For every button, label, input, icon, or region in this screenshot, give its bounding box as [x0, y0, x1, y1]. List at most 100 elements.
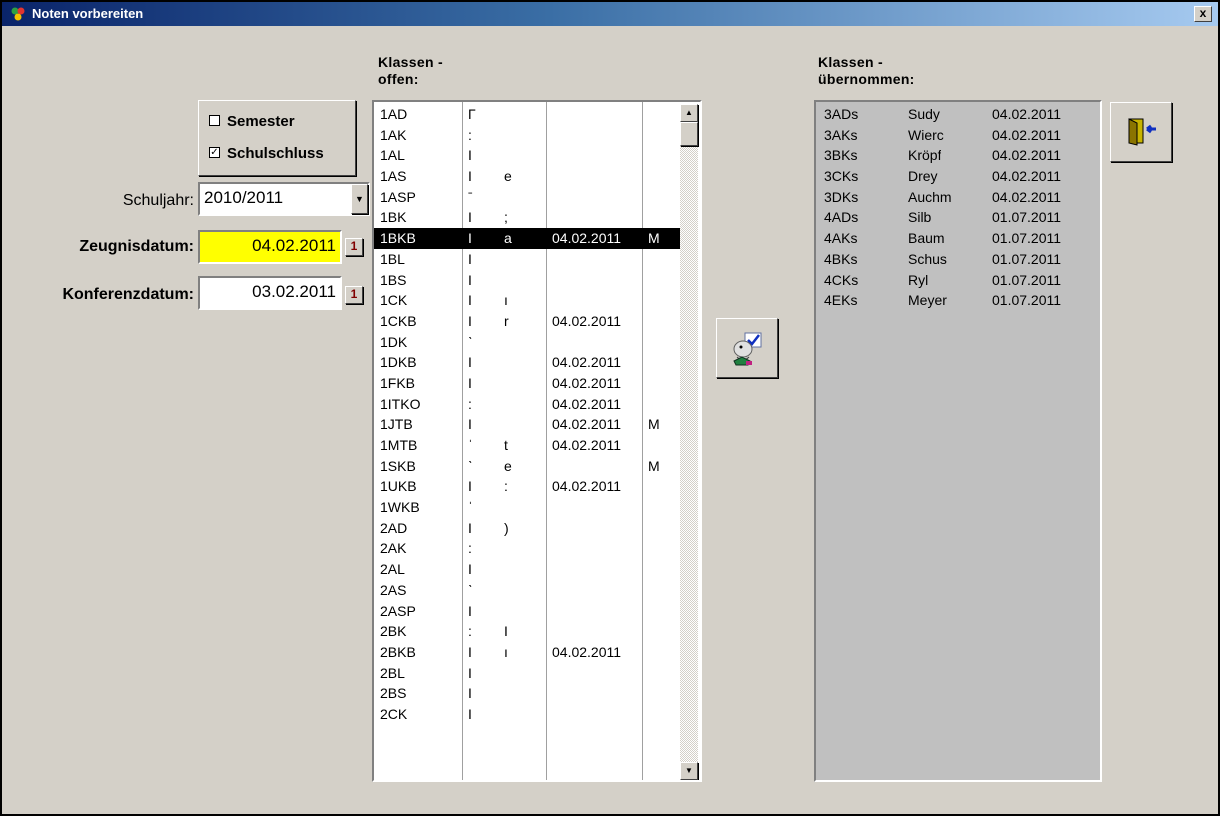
- open-class-cell: 04.02.2011: [552, 230, 622, 247]
- done-class-cell: 01.07.2011: [992, 230, 1062, 247]
- open-class-cell: ˈ: [468, 437, 473, 453]
- open-classes-list[interactable]: 1AD Γ 1AK:1AL I 1AS Ie 1ASP ˉ 1BK I; 1BKB Ia 04.02.2…: [372, 100, 702, 782]
- open-class-cell: 04.02.2011: [552, 437, 622, 453]
- app-icon: [11, 7, 25, 21]
- open-class-row[interactable]: 1DKB I 04.02.2011: [374, 352, 680, 373]
- open-class-row[interactable]: 1MTB ˈ t 04.02.2011: [374, 435, 680, 456]
- done-class-row[interactable]: 4CKs Ryl 01.07.2011: [816, 270, 1100, 291]
- open-class-row[interactable]: 2BK: I: [374, 621, 680, 642]
- semester-checkbox[interactable]: Semester: [209, 113, 295, 130]
- open-class-row[interactable]: 1ASP ˉ: [374, 187, 680, 208]
- open-class-row[interactable]: 2BS I: [374, 683, 680, 704]
- scroll-thumb[interactable]: [680, 122, 698, 146]
- open-class-row[interactable]: 1AS Ie: [374, 166, 680, 187]
- open-classes-scrollbar[interactable]: ▲ ▼: [680, 104, 698, 780]
- open-class-cell: 1JTB: [380, 416, 413, 433]
- open-class-row[interactable]: 2AS ˋ: [374, 580, 680, 601]
- done-class-row[interactable]: 4BKs Schus 01.07.2011: [816, 249, 1100, 270]
- konferenzdatum-label: Konferenzdatum:: [62, 286, 194, 303]
- done-class-row[interactable]: 4EKs Meyer 01.07.2011: [816, 290, 1100, 311]
- done-class-row[interactable]: 3CKs Drey 04.02.2011: [816, 166, 1100, 187]
- open-class-row[interactable]: 2BKB Iı 04.02.2011: [374, 642, 680, 663]
- zeugnis-calendar-icon[interactable]: 1: [345, 238, 363, 256]
- open-class-row[interactable]: 2AD I): [374, 518, 680, 539]
- done-class-cell: Wierc: [908, 126, 944, 143]
- open-class-row[interactable]: 1AL I: [374, 145, 680, 166]
- open-class-cell: ˋ: [468, 333, 473, 350]
- done-class-cell: 04.02.2011: [992, 106, 1062, 122]
- konferenzdatum-input[interactable]: 03.02.2011: [198, 276, 342, 310]
- open-class-row[interactable]: 1ITKO: 04.02.2011: [374, 394, 680, 415]
- open-class-row[interactable]: 1BK I;: [374, 207, 680, 228]
- open-class-row[interactable]: 2AK:: [374, 538, 680, 559]
- open-class-row[interactable]: 1AK:: [374, 125, 680, 146]
- schuljahr-select[interactable]: 2010/2011 ▼: [198, 182, 370, 216]
- open-class-cell: 1BS: [380, 271, 407, 288]
- done-class-row[interactable]: 3DKs Auchm 04.02.2011: [816, 187, 1100, 208]
- open-class-cell: ı: [504, 643, 508, 660]
- open-class-cell: 1WKB: [380, 499, 420, 516]
- scroll-down-icon[interactable]: ▼: [680, 762, 698, 780]
- schulschluss-checkbox[interactable]: ✓ Schulschluss: [209, 145, 324, 162]
- open-class-row[interactable]: 1BS I: [374, 270, 680, 291]
- open-class-row[interactable]: 2AL I: [374, 559, 680, 580]
- open-class-row[interactable]: 1AD Γ: [374, 104, 680, 125]
- done-classes-list[interactable]: 3ADs Sudy 04.02.2011 3AKs Wierc 04.02.2011 3BK…: [814, 100, 1102, 782]
- schulschluss-checkbox-box[interactable]: ✓: [209, 146, 220, 158]
- open-class-row[interactable]: 2ASP I: [374, 601, 680, 622]
- open-class-row[interactable]: 1WKB ˈ: [374, 497, 680, 518]
- done-class-row[interactable]: 4AKs Baum 01.07.2011: [816, 228, 1100, 249]
- open-class-cell: r: [504, 312, 509, 329]
- done-class-row[interactable]: 3AKs Wierc 04.02.2011: [816, 125, 1100, 146]
- open-class-row[interactable]: 1SKB ˋ e M: [374, 456, 680, 477]
- exit-button[interactable]: [1110, 102, 1172, 162]
- semester-checkbox-box[interactable]: [209, 114, 220, 126]
- done-class-cell: Ryl: [908, 271, 929, 288]
- open-class-row[interactable]: 1BL I: [374, 249, 680, 270]
- open-class-row[interactable]: 1FKB I 04.02.2011: [374, 373, 680, 394]
- window-title: Noten vorbereiten: [32, 6, 144, 21]
- open-class-cell: M: [648, 230, 660, 247]
- open-class-row[interactable]: 1UKB I: 04.02.2011: [374, 476, 680, 497]
- open-class-cell: I: [468, 374, 472, 391]
- open-class-row[interactable]: 2BL I: [374, 663, 680, 684]
- done-class-row[interactable]: 3BKs Kröpf 04.02.2011: [816, 145, 1100, 166]
- done-class-row[interactable]: 4ADs Silb 01.07.2011: [816, 207, 1100, 228]
- open-class-cell: 04.02.2011: [552, 416, 622, 433]
- done-class-cell: 04.02.2011: [992, 147, 1062, 164]
- open-class-cell: I: [468, 292, 472, 309]
- done-class-cell: 4CKs: [824, 271, 859, 288]
- open-class-cell: :: [504, 478, 508, 495]
- open-class-cell: 2BK: [380, 623, 407, 640]
- open-class-cell: 1ASP: [380, 188, 416, 205]
- transfer-button[interactable]: [716, 318, 778, 378]
- open-class-cell: 04.02.2011: [552, 478, 622, 495]
- open-class-cell: I: [468, 168, 472, 185]
- open-class-cell: 1FKB: [380, 374, 416, 391]
- open-class-cell: I: [468, 354, 472, 371]
- open-class-row[interactable]: 2CK I: [374, 704, 680, 725]
- open-class-cell: 2ASP: [380, 602, 416, 619]
- open-class-row[interactable]: 1CK Iı: [374, 290, 680, 311]
- open-class-cell: I: [468, 271, 472, 288]
- chevron-down-icon[interactable]: ▼: [351, 184, 368, 214]
- open-class-row[interactable]: 1DK ˋ: [374, 332, 680, 353]
- open-class-cell: 1AD: [380, 106, 408, 122]
- scroll-up-icon[interactable]: ▲: [680, 104, 698, 122]
- exit-door-icon: [1128, 118, 1156, 146]
- transfer-icon: [733, 332, 762, 366]
- open-class-row[interactable]: 1BKB Ia 04.02.2011 M: [374, 228, 680, 249]
- open-class-cell: 2BKB: [380, 643, 416, 660]
- open-class-row[interactable]: 1JTB I 04.02.2011 M: [374, 414, 680, 435]
- open-class-cell: M: [648, 416, 660, 433]
- open-class-cell: 2AK: [380, 540, 407, 557]
- close-button[interactable]: x: [1194, 6, 1212, 22]
- open-class-cell: I: [468, 478, 472, 495]
- open-class-row[interactable]: 1CKB Ir 04.02.2011: [374, 311, 680, 332]
- zeugnisdatum-input[interactable]: 04.02.2011: [198, 230, 342, 264]
- open-class-cell: 2BS: [380, 685, 407, 702]
- done-class-cell: 04.02.2011: [992, 126, 1062, 143]
- konferenz-calendar-icon[interactable]: 1: [345, 286, 363, 304]
- open-class-cell: :: [468, 540, 472, 557]
- done-class-row[interactable]: 3ADs Sudy 04.02.2011: [816, 104, 1100, 125]
